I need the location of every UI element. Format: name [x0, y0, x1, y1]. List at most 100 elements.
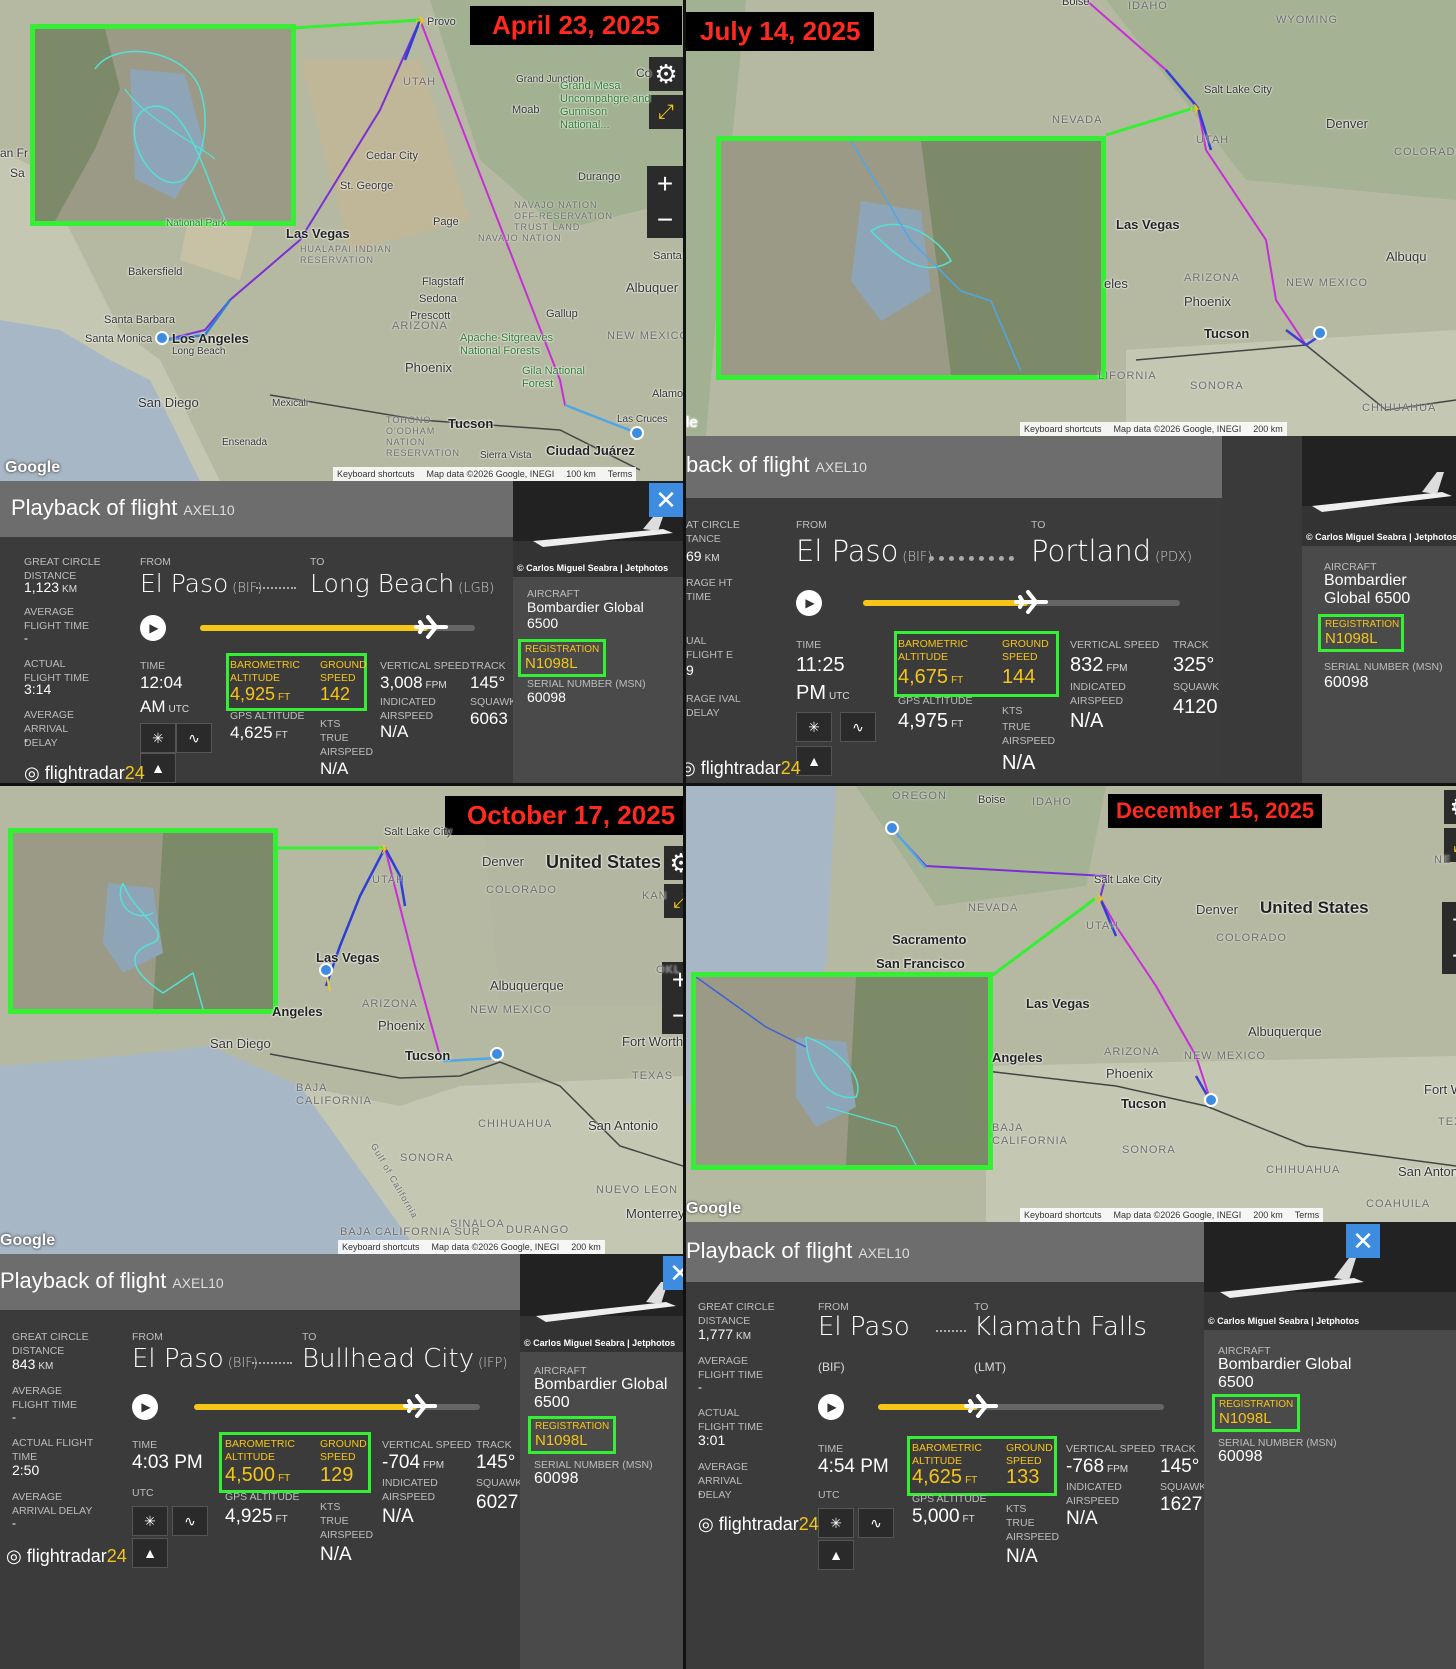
map-label: Sacramento	[892, 932, 967, 947]
svg-text:✈: ✈	[415, 13, 427, 29]
map-label: Phoenix	[405, 360, 452, 375]
map-label: LIFORNIA	[1098, 370, 1157, 382]
map-label: OKL	[656, 964, 682, 976]
panel-title: Playback of flight	[0, 1268, 167, 1293]
route-icon[interactable]: ∿	[858, 1508, 894, 1538]
flight-map[interactable]: ✈ April 23, 2025 ⚙ ⤢ + − Google Keyboard…	[0, 0, 683, 481]
zoom-out-button[interactable]: −	[662, 998, 683, 1034]
aircraft-photo[interactable]: © Carlos Miguel Seabra | Jetphotos	[1204, 1222, 1456, 1330]
map-label: BAJA CALIFORNIA	[296, 1082, 373, 1107]
origin-city: El Paso (BIF)	[140, 569, 263, 598]
svg-text:✈: ✈	[1094, 891, 1106, 907]
center-icon[interactable]: ✳	[132, 1506, 168, 1536]
center-icon[interactable]: ✳	[796, 712, 832, 742]
google-logo: Google	[0, 1232, 56, 1249]
aircraft-info: AIRCRAFT Bombardier Global 6500 REGISTRA…	[1302, 546, 1456, 783]
destination-city: Long Beach (LGB)	[310, 569, 495, 598]
zoom-inset	[8, 828, 278, 1014]
flight-map[interactable]: ✈ October 17, 2025 ⚙ ⤢ + − Keyboard shor…	[0, 786, 683, 1254]
map-label: Durango	[578, 171, 621, 183]
close-button[interactable]: ✕	[1346, 1224, 1380, 1258]
flight-map[interactable]: ✈ December 15, 2025 ⚙ ⤢ + − Google Keybo…	[686, 786, 1456, 1222]
flightradar24-logo: ◎ flightradar24	[6, 1546, 127, 1566]
map-label: Ensenada	[222, 437, 268, 448]
date-banner: April 23, 2025	[470, 6, 682, 45]
zoom-out-button[interactable]: −	[647, 202, 683, 238]
aircraft-info: AIRCRAFT Bombardier Global 6500 REGISTRA…	[513, 577, 683, 783]
plane-icon[interactable]	[1013, 590, 1048, 614]
map-label: OREGON	[892, 790, 947, 802]
play-button[interactable]: ▶	[818, 1394, 844, 1420]
map-label: UTAH	[403, 76, 437, 88]
play-icon: ▶	[141, 1400, 151, 1414]
callsign: AXEL10	[172, 1275, 224, 1291]
flight-map[interactable]: ✈ July 14, 2025 Keyboard shortcuts Map d…	[686, 0, 1456, 436]
map-label: Gila National Forest	[522, 365, 585, 390]
graph-icon[interactable]: ▲	[818, 1540, 854, 1570]
close-button[interactable]: ✕	[649, 483, 683, 517]
play-button[interactable]: ▶	[140, 615, 166, 641]
destination-city: Portland (PDX)	[1031, 534, 1193, 568]
zoom-in-button[interactable]: +	[647, 166, 683, 202]
map-label: Monterrey	[626, 1206, 683, 1221]
terms-link[interactable]: Terms	[608, 469, 633, 479]
graph-icon[interactable]: ▲	[140, 753, 176, 783]
flightradar24-logo: ◎ flightradar24	[698, 1514, 819, 1534]
callsign: AXEL10	[183, 502, 235, 518]
origin-city: El Paso (BIF)	[796, 534, 933, 568]
map-label: BAJA CALIFORNIA	[992, 1122, 1069, 1147]
play-button[interactable]: ▶	[132, 1394, 158, 1420]
terms-link[interactable]: Terms	[1295, 1210, 1320, 1220]
plane-icon[interactable]	[403, 1394, 438, 1418]
plane-icon[interactable]	[964, 1394, 999, 1418]
panel-header: Playback of flight AXEL10	[686, 1222, 1204, 1282]
panel-body: GREAT CIRCLE DISTANCE 1,123 KM AVERAGE FL…	[0, 537, 516, 783]
map-label: SONORA	[400, 1152, 454, 1164]
inset-track	[696, 977, 988, 1165]
map-label: NEW MEXICO	[470, 1004, 553, 1016]
center-icon[interactable]: ✳	[140, 723, 176, 753]
map-label: Flagstaff	[422, 276, 464, 288]
panel-title: Playback of flight	[11, 495, 178, 520]
keyboard-shortcuts-link[interactable]: Keyboard shortcuts	[342, 1242, 420, 1252]
progress-fill	[878, 1404, 979, 1410]
graph-icon[interactable]: ▲	[796, 746, 832, 776]
keyboard-shortcuts-link[interactable]: Keyboard shortcuts	[337, 469, 415, 479]
map-label: Tucson	[1204, 326, 1250, 341]
plane-icon[interactable]	[414, 615, 449, 639]
zoom-out-button[interactable]: −	[1442, 938, 1456, 974]
route-icon[interactable]: ∿	[176, 723, 212, 753]
route-icon[interactable]: ∿	[840, 712, 876, 742]
map-label: Ciudad Juárez	[546, 443, 635, 458]
zoom-in-button[interactable]: +	[1442, 902, 1456, 938]
panel-body: AT CIRCLE TANCE 69 KM RAGE HT TIME UAL FL…	[686, 498, 1222, 783]
map-label: IDAHO	[1032, 796, 1072, 808]
keyboard-shortcuts-link[interactable]: Keyboard shortcuts	[1024, 1210, 1102, 1220]
map-label: Albuquerque	[1248, 1024, 1322, 1039]
panel-header: back of flight AXEL10	[686, 436, 1222, 498]
map-label: St. George	[340, 180, 394, 192]
aircraft-photo[interactable]: © Carlos Miguel Seabra | Jetphotos	[1302, 436, 1456, 546]
vertical-divider	[683, 0, 686, 1669]
close-button[interactable]: ✕	[663, 1256, 683, 1290]
settings-gear-icon[interactable]: ⚙	[1444, 790, 1456, 824]
map-label: United States	[546, 852, 662, 872]
playback-progress[interactable]	[194, 1404, 480, 1410]
callsign: AXEL10	[815, 459, 867, 475]
map-label: Albuquer	[626, 280, 679, 295]
panel-body: GREAT CIRCLE DISTANCE 1,777 KM AVERAGE FL…	[686, 1282, 1206, 1669]
keyboard-shortcuts-link[interactable]: Keyboard shortcuts	[1024, 424, 1102, 434]
center-icon[interactable]: ✳	[818, 1508, 854, 1538]
panel-body: GREAT CIRCLE DISTANCE 843 KM AVERAGE FLIG…	[0, 1310, 522, 1669]
map-label: Albuquerque	[490, 978, 564, 993]
graph-icon[interactable]: ▲	[132, 1538, 168, 1568]
registration-highlight: REGISTRATION N1098L	[1318, 614, 1404, 652]
aircraft-photo[interactable]: © Carlos Miguel Seabra | Jetphotos	[520, 1254, 683, 1352]
playback-progress[interactable]	[878, 1404, 1164, 1410]
route-arrow	[252, 1362, 292, 1366]
play-button[interactable]: ▶	[796, 590, 822, 616]
map-label: Boise	[1062, 0, 1090, 8]
map-label: Alamo	[652, 388, 683, 400]
route-icon[interactable]: ∿	[172, 1506, 208, 1536]
settings-gear-icon[interactable]: ⚙	[664, 846, 683, 880]
